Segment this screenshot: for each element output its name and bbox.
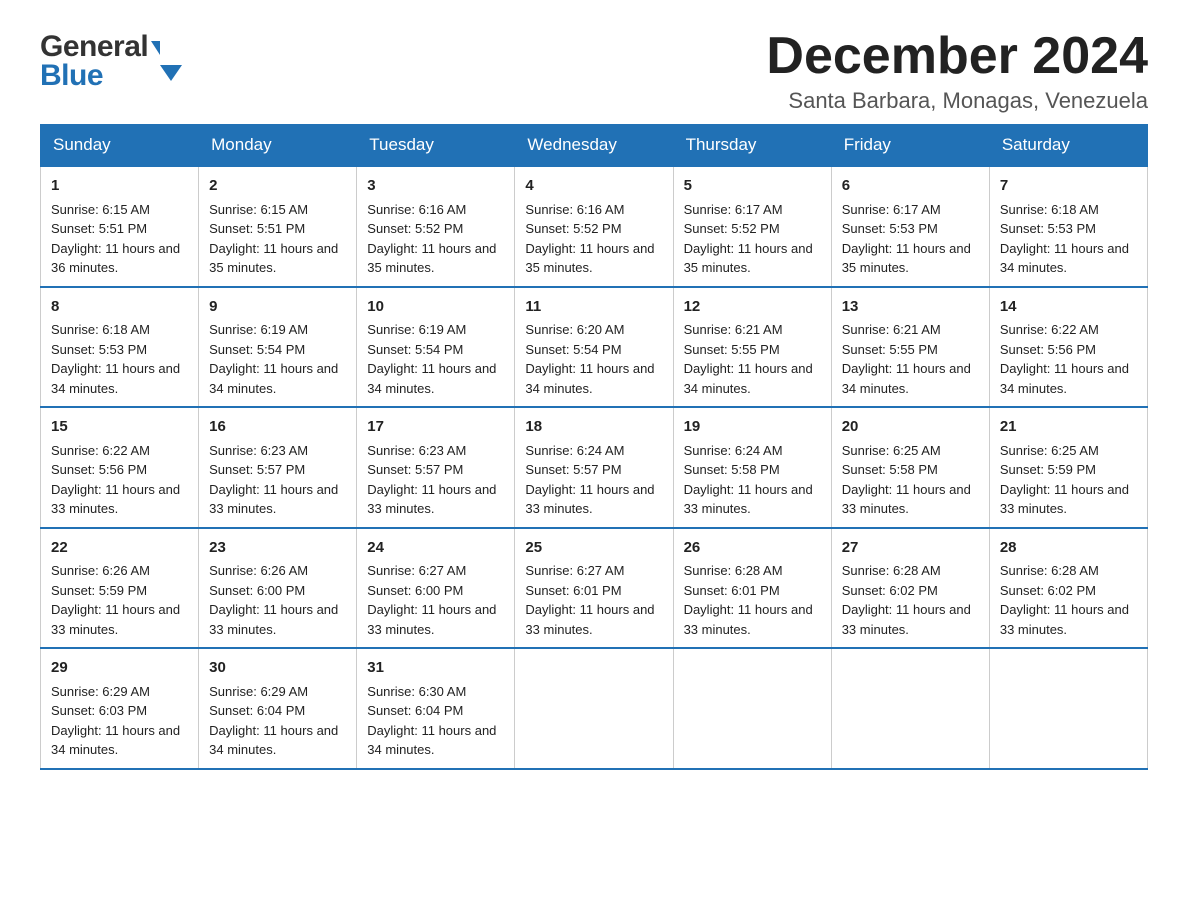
day-number: 7 (1000, 175, 1137, 198)
calendar-cell: 6Sunrise: 6:17 AMSunset: 5:53 PMDaylight… (831, 166, 989, 287)
title-section: December 2024 Santa Barbara, Monagas, Ve… (766, 30, 1148, 114)
calendar-cell: 5Sunrise: 6:17 AMSunset: 5:52 PMDaylight… (673, 166, 831, 287)
calendar-cell: 4Sunrise: 6:16 AMSunset: 5:52 PMDaylight… (515, 166, 673, 287)
day-number: 21 (1000, 416, 1137, 439)
day-number: 14 (1000, 296, 1137, 319)
day-number: 11 (525, 296, 662, 319)
day-number: 5 (684, 175, 821, 198)
day-number: 12 (684, 296, 821, 319)
header-cell-saturday: Saturday (989, 125, 1147, 167)
header-cell-tuesday: Tuesday (357, 125, 515, 167)
calendar-cell: 20Sunrise: 6:25 AMSunset: 5:58 PMDayligh… (831, 407, 989, 528)
header-row: SundayMondayTuesdayWednesdayThursdayFrid… (41, 125, 1148, 167)
day-number: 13 (842, 296, 979, 319)
header-cell-wednesday: Wednesday (515, 125, 673, 167)
day-number: 17 (367, 416, 504, 439)
calendar-cell: 31Sunrise: 6:30 AMSunset: 6:04 PMDayligh… (357, 648, 515, 769)
calendar-cell: 2Sunrise: 6:15 AMSunset: 5:51 PMDaylight… (199, 166, 357, 287)
logo: General Blue (40, 30, 160, 92)
day-number: 30 (209, 657, 346, 680)
calendar-cell: 25Sunrise: 6:27 AMSunset: 6:01 PMDayligh… (515, 528, 673, 649)
day-number: 26 (684, 537, 821, 560)
day-number: 23 (209, 537, 346, 560)
calendar-cell: 24Sunrise: 6:27 AMSunset: 6:00 PMDayligh… (357, 528, 515, 649)
calendar-cell (989, 648, 1147, 769)
day-number: 15 (51, 416, 188, 439)
day-number: 18 (525, 416, 662, 439)
day-number: 2 (209, 175, 346, 198)
day-number: 8 (51, 296, 188, 319)
day-number: 16 (209, 416, 346, 439)
day-number: 1 (51, 175, 188, 198)
page-header: General Blue December 2024 Santa Barbara… (40, 30, 1148, 114)
day-number: 29 (51, 657, 188, 680)
calendar-cell (515, 648, 673, 769)
week-row-1: 1Sunrise: 6:15 AMSunset: 5:51 PMDaylight… (41, 166, 1148, 287)
calendar-cell: 12Sunrise: 6:21 AMSunset: 5:55 PMDayligh… (673, 287, 831, 408)
calendar-cell: 11Sunrise: 6:20 AMSunset: 5:54 PMDayligh… (515, 287, 673, 408)
calendar-cell: 29Sunrise: 6:29 AMSunset: 6:03 PMDayligh… (41, 648, 199, 769)
calendar-cell: 30Sunrise: 6:29 AMSunset: 6:04 PMDayligh… (199, 648, 357, 769)
day-number: 27 (842, 537, 979, 560)
day-number: 19 (684, 416, 821, 439)
calendar-cell (673, 648, 831, 769)
day-number: 9 (209, 296, 346, 319)
calendar-cell: 14Sunrise: 6:22 AMSunset: 5:56 PMDayligh… (989, 287, 1147, 408)
calendar-cell: 26Sunrise: 6:28 AMSunset: 6:01 PMDayligh… (673, 528, 831, 649)
calendar-cell: 27Sunrise: 6:28 AMSunset: 6:02 PMDayligh… (831, 528, 989, 649)
calendar-cell: 28Sunrise: 6:28 AMSunset: 6:02 PMDayligh… (989, 528, 1147, 649)
day-number: 28 (1000, 537, 1137, 560)
week-row-3: 15Sunrise: 6:22 AMSunset: 5:56 PMDayligh… (41, 407, 1148, 528)
calendar-cell: 22Sunrise: 6:26 AMSunset: 5:59 PMDayligh… (41, 528, 199, 649)
calendar-cell: 19Sunrise: 6:24 AMSunset: 5:58 PMDayligh… (673, 407, 831, 528)
week-row-2: 8Sunrise: 6:18 AMSunset: 5:53 PMDaylight… (41, 287, 1148, 408)
calendar-cell: 10Sunrise: 6:19 AMSunset: 5:54 PMDayligh… (357, 287, 515, 408)
calendar-cell: 23Sunrise: 6:26 AMSunset: 6:00 PMDayligh… (199, 528, 357, 649)
logo-blue-text: Blue (40, 59, 160, 92)
location-subtitle: Santa Barbara, Monagas, Venezuela (766, 88, 1148, 114)
day-number: 6 (842, 175, 979, 198)
week-row-5: 29Sunrise: 6:29 AMSunset: 6:03 PMDayligh… (41, 648, 1148, 769)
day-number: 24 (367, 537, 504, 560)
calendar-cell: 1Sunrise: 6:15 AMSunset: 5:51 PMDaylight… (41, 166, 199, 287)
calendar-cell: 7Sunrise: 6:18 AMSunset: 5:53 PMDaylight… (989, 166, 1147, 287)
week-row-4: 22Sunrise: 6:26 AMSunset: 5:59 PMDayligh… (41, 528, 1148, 649)
day-number: 25 (525, 537, 662, 560)
month-year-title: December 2024 (766, 30, 1148, 82)
calendar-table: SundayMondayTuesdayWednesdayThursdayFrid… (40, 124, 1148, 770)
calendar-cell: 18Sunrise: 6:24 AMSunset: 5:57 PMDayligh… (515, 407, 673, 528)
day-number: 3 (367, 175, 504, 198)
calendar-cell: 15Sunrise: 6:22 AMSunset: 5:56 PMDayligh… (41, 407, 199, 528)
header-cell-friday: Friday (831, 125, 989, 167)
calendar-cell: 3Sunrise: 6:16 AMSunset: 5:52 PMDaylight… (357, 166, 515, 287)
day-number: 10 (367, 296, 504, 319)
calendar-cell (831, 648, 989, 769)
calendar-cell: 8Sunrise: 6:18 AMSunset: 5:53 PMDaylight… (41, 287, 199, 408)
day-number: 20 (842, 416, 979, 439)
calendar-cell: 21Sunrise: 6:25 AMSunset: 5:59 PMDayligh… (989, 407, 1147, 528)
header-cell-thursday: Thursday (673, 125, 831, 167)
header-cell-monday: Monday (199, 125, 357, 167)
calendar-cell: 13Sunrise: 6:21 AMSunset: 5:55 PMDayligh… (831, 287, 989, 408)
day-number: 4 (525, 175, 662, 198)
calendar-cell: 16Sunrise: 6:23 AMSunset: 5:57 PMDayligh… (199, 407, 357, 528)
day-number: 31 (367, 657, 504, 680)
calendar-cell: 17Sunrise: 6:23 AMSunset: 5:57 PMDayligh… (357, 407, 515, 528)
header-cell-sunday: Sunday (41, 125, 199, 167)
day-number: 22 (51, 537, 188, 560)
calendar-cell: 9Sunrise: 6:19 AMSunset: 5:54 PMDaylight… (199, 287, 357, 408)
